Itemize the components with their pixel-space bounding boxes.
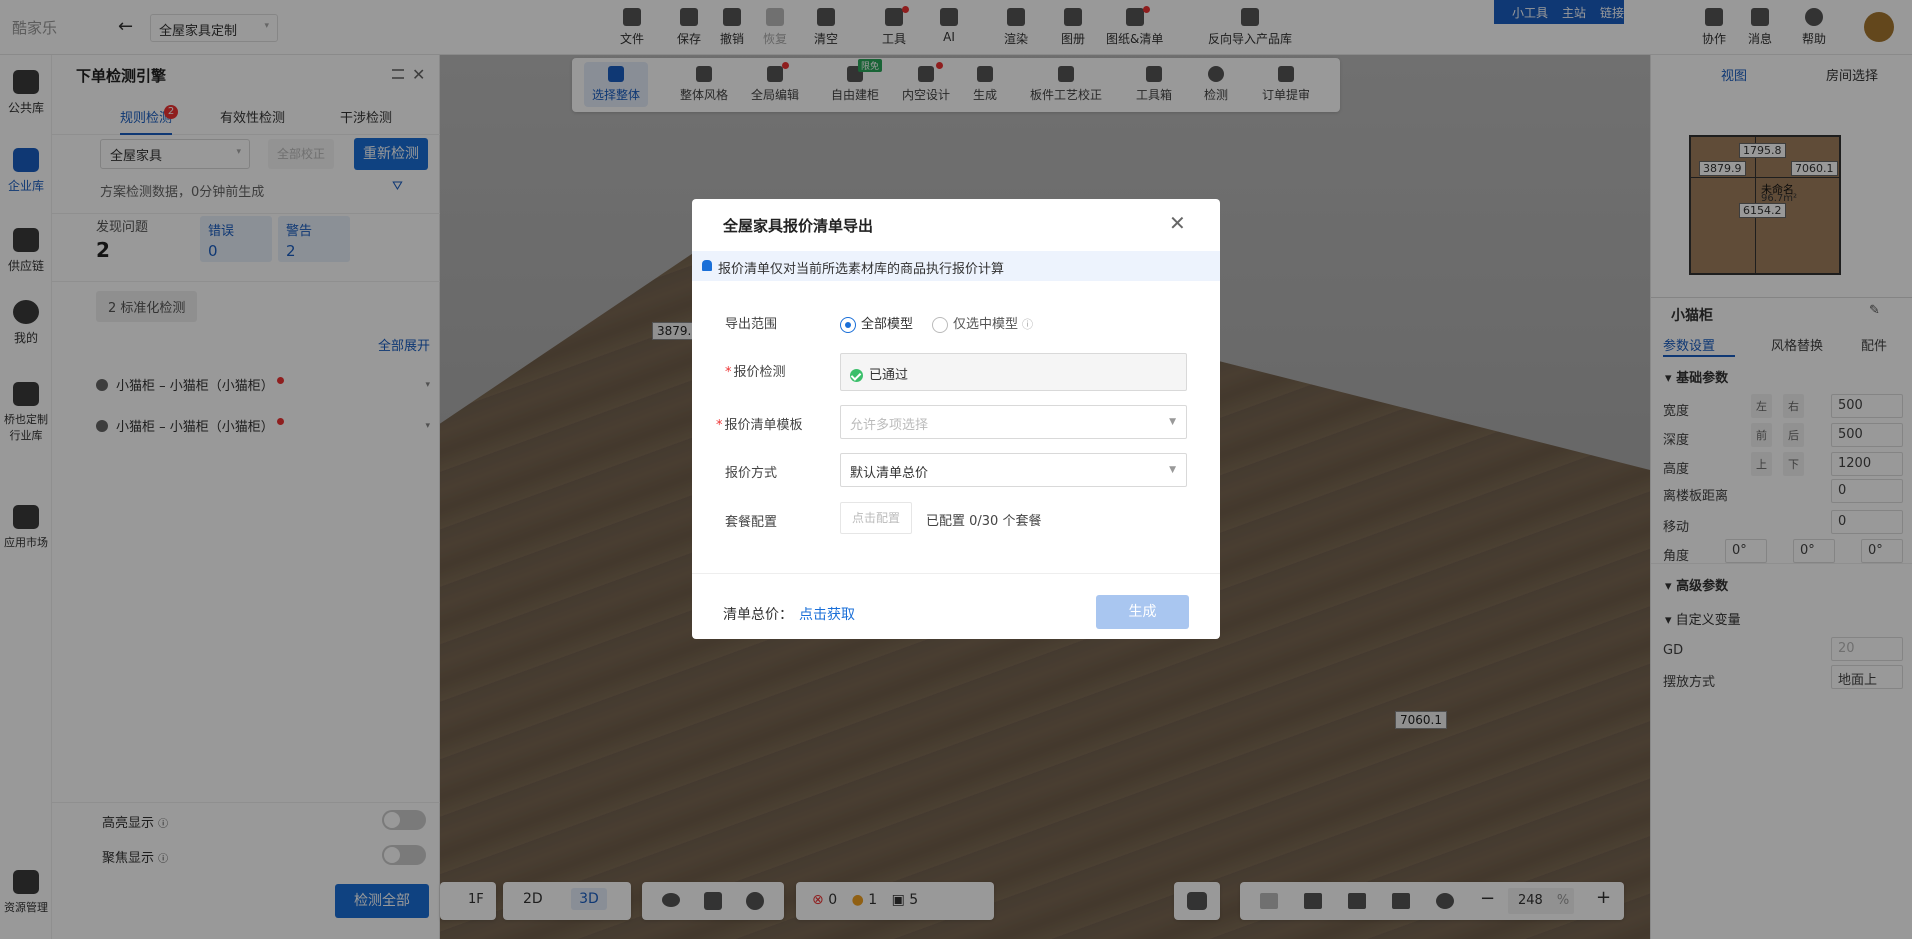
quote-export-dialog: 全屋家具报价清单导出 ✕ 报价清单仅对当前所选素材库的商品执行报价计算 导出范围… [692, 199, 1220, 639]
generate-button[interactable]: 生成 [1096, 595, 1189, 629]
get-total-link[interactable]: 点击获取 [799, 604, 855, 624]
dialog-footer: 清单总价： 点击获取 生成 [692, 573, 1220, 639]
total-label: 清单总价： [723, 607, 793, 623]
chevron-down-icon: ▼ [1169, 465, 1176, 475]
radio-selected-models[interactable]: 仅选中模型 ⓘ [932, 313, 1033, 333]
export-range-label: 导出范围 [725, 317, 778, 332]
quote-check-label: * 报价检测 [725, 365, 786, 380]
check-status: 已通过 [869, 368, 909, 383]
package-label: 套餐配置 [725, 515, 778, 530]
info-icon: ⓘ [1022, 318, 1034, 331]
radio-all-models[interactable]: 全部模型 [840, 313, 913, 333]
package-info: 已配置 0/30 个套餐 [926, 514, 1042, 529]
template-label: * 报价清单模板 [716, 418, 803, 433]
radio-off-icon [932, 316, 948, 333]
close-icon[interactable]: ✕ [1169, 211, 1186, 235]
quote-check-field: 已通过 [840, 353, 1187, 391]
banner-text: 报价清单仅对当前所选素材库的商品执行报价计算 [718, 262, 1005, 277]
bell-icon [702, 260, 712, 271]
dialog-title: 全屋家具报价清单导出 [723, 217, 874, 235]
template-placeholder: 允许多项选择 [850, 418, 929, 433]
radio-label: 全部模型 [861, 317, 914, 332]
radio-label: 仅选中模型 [953, 317, 1019, 332]
quote-method-value: 默认清单总价 [850, 466, 929, 481]
radio-on-icon [840, 316, 856, 333]
quote-method-label: 报价方式 [725, 466, 778, 481]
check-circle-icon [850, 369, 863, 382]
quote-method-select[interactable]: 默认清单总价 ▼ [840, 453, 1187, 487]
info-banner: 报价清单仅对当前所选素材库的商品执行报价计算 [692, 251, 1220, 281]
package-config-button[interactable]: 点击配置 [840, 502, 912, 534]
chevron-down-icon: ▼ [1169, 417, 1176, 427]
template-select[interactable]: 允许多项选择 ▼ [840, 405, 1187, 439]
